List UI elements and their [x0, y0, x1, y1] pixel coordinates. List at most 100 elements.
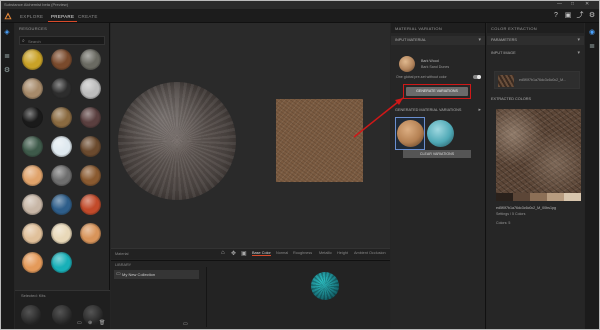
layers-icon[interactable]: ≣: [3, 53, 11, 61]
camera-icon[interactable]: ▣: [241, 250, 247, 257]
extracted-count-label: Colors: 5: [496, 221, 511, 225]
extracted-source-image: [496, 109, 581, 193]
material-variation-panel: MATERIAL VARIATION INPUT MATERIAL ▾ Bark…: [391, 23, 486, 330]
material-thumbnail-wave-fabric[interactable]: [22, 194, 43, 215]
input-material-name: Bark Wood: [421, 59, 439, 63]
library-collection-item[interactable]: ▭ My New Collection: [114, 270, 199, 279]
generated-variations-section[interactable]: GENERATED MATERIAL VARIATIONS ▸: [391, 106, 485, 115]
kit-thumbnail[interactable]: [21, 305, 41, 325]
material-thumbnail-gold[interactable]: [22, 49, 43, 70]
settings-icon[interactable]: ⚙: [588, 12, 596, 20]
material-thumbnail-ivory[interactable]: [51, 223, 72, 244]
share-icon[interactable]: ⤴: [576, 12, 584, 20]
material-thumbnail-peach-fabric[interactable]: [22, 223, 43, 244]
variation-thumbnail[interactable]: [427, 120, 454, 147]
rotate-icon[interactable]: ✥: [231, 250, 236, 257]
color-extraction-panel: COLOR EXTRACTION PARAMETERS ▾ INPUT IMAG…: [487, 23, 584, 330]
help-icon[interactable]: ?: [552, 12, 560, 20]
palette-swatch[interactable]: [530, 193, 547, 201]
tab-height[interactable]: Height: [337, 251, 348, 255]
add-icon[interactable]: ⊕: [88, 320, 92, 326]
collection-label: My New Collection: [122, 272, 156, 277]
input-material-label: INPUT MATERIAL: [395, 38, 427, 42]
material-thumbnail-orange-skin[interactable]: [22, 252, 43, 273]
material-thumbnail-black-rubber[interactable]: [22, 107, 43, 128]
variation-thumbnail[interactable]: [397, 120, 424, 147]
trash-icon[interactable]: 🗑: [99, 320, 105, 326]
material-thumbnail-brown-leather[interactable]: [51, 49, 72, 70]
input-material-sub: Bark Sand Dunes: [421, 65, 450, 69]
main-menubar: EXPLORE PREPARE CREATE ? ▣ ⤴ ⚙: [0, 9, 600, 23]
minimize-button[interactable]: —: [557, 1, 562, 7]
light-icon[interactable]: ⌂: [221, 250, 225, 256]
extracted-colors-section[interactable]: EXTRACTED COLORS: [487, 95, 584, 104]
global-preset-toggle[interactable]: [473, 75, 481, 79]
material-preview-sphere[interactable]: [118, 82, 236, 200]
folder-add-icon[interactable]: ▭: [183, 321, 188, 327]
material-thumbnail-green-paint[interactable]: [22, 136, 43, 157]
clear-variations-button[interactable]: CLEAR VARIATIONS: [403, 150, 471, 158]
material-thumbnail-red-rust[interactable]: [80, 194, 101, 215]
left-toolbar: ◈ ≣ ⚙: [0, 23, 14, 330]
gear-icon[interactable]: ⚙: [3, 67, 11, 75]
material-thumbnail-tan-skin[interactable]: [80, 223, 101, 244]
material-thumbnail-bronze[interactable]: [51, 107, 72, 128]
extracted-sub-label: Settings / 5 Colors: [496, 212, 526, 216]
color-extraction-title: COLOR EXTRACTION: [487, 23, 584, 33]
screenshot-icon[interactable]: ▣: [564, 12, 572, 20]
tab-explore[interactable]: EXPLORE: [17, 12, 46, 21]
input-material-thumbnail[interactable]: [399, 56, 415, 72]
title-bar: Substance Alchemist beta (Preview) — □ ✕: [0, 0, 600, 9]
tab-ambient-occlusion[interactable]: Ambient Occlusion: [354, 251, 386, 255]
input-material-section[interactable]: INPUT MATERIAL ▾: [391, 36, 485, 45]
kit-thumbnail[interactable]: [52, 305, 72, 325]
material-thumbnail-wood[interactable]: [80, 165, 101, 186]
material-thumbnail-cracked-marble[interactable]: [80, 78, 101, 99]
material-thumbnail-brown-velvet[interactable]: [80, 107, 101, 128]
resources-title: RESOURCES: [19, 26, 48, 31]
input-image-name: ed5f0f7b1a76dc3c6c0c2_M...: [519, 78, 567, 82]
palette-swatch[interactable]: [496, 193, 513, 201]
chevron-down-icon: ▾: [577, 50, 580, 56]
window-title: Substance Alchemist beta (Preview): [4, 2, 69, 7]
material-variation-title: MATERIAL VARIATION: [391, 23, 485, 33]
chevron-down-icon: ▾: [478, 37, 481, 43]
library-material-thumbnail[interactable]: [311, 272, 339, 300]
resources-panel-icon[interactable]: ◈: [3, 29, 11, 37]
layers-icon[interactable]: ≣: [588, 43, 596, 51]
material-thumbnail-sand[interactable]: [22, 165, 43, 186]
tab-create[interactable]: CREATE: [75, 12, 101, 21]
material-thumbnail-carved-stone[interactable]: [22, 78, 43, 99]
right-toolbar: ◉ ≣: [585, 23, 600, 330]
tab-prepare[interactable]: PREPARE: [48, 12, 78, 22]
viewport-status: Material: [115, 252, 129, 256]
tab-normal[interactable]: Normal: [276, 251, 288, 255]
parameters-section[interactable]: PARAMETERS ▾: [487, 36, 584, 45]
input-image-row[interactable]: ed5f0f7b1a76dc3c6c0c2_M...: [494, 71, 580, 89]
input-image-section[interactable]: INPUT IMAGE ▾: [487, 49, 584, 58]
tab-base-color[interactable]: Base Color: [252, 251, 271, 256]
material-thumbnail-granite[interactable]: [51, 165, 72, 186]
material-thumbnail-stone-gray[interactable]: [80, 49, 101, 70]
palette-swatch[interactable]: [564, 193, 581, 201]
palette-swatch[interactable]: [513, 193, 530, 201]
library-title: LIBRARY: [115, 263, 132, 267]
color-extraction-icon[interactable]: ◉: [588, 29, 596, 37]
tab-roughness[interactable]: Roughness: [293, 251, 312, 255]
material-thumbnail-dark-metal[interactable]: [51, 78, 72, 99]
material-thumbnail-blue-plastic[interactable]: [51, 194, 72, 215]
material-thumbnail-bark[interactable]: [80, 136, 101, 157]
folder-icon[interactable]: ▭: [77, 320, 82, 326]
close-button[interactable]: ✕: [585, 1, 589, 7]
search-input[interactable]: ⌕ Search: [19, 36, 105, 45]
selected-kits-title: Selected: Kits: [21, 293, 46, 298]
library-divider: [206, 267, 207, 327]
material-preview-swatch[interactable]: [276, 99, 363, 182]
material-thumbnail-white-plaster[interactable]: [51, 136, 72, 157]
input-image-label: INPUT IMAGE: [491, 51, 516, 55]
extracted-file-label: ed5f0f7b1a76dc3c6c0c2_M_00bs1pg: [496, 206, 556, 210]
material-thumbnail-teal-mosaic[interactable]: [51, 252, 72, 273]
maximize-button[interactable]: □: [571, 1, 574, 7]
palette-swatch[interactable]: [547, 193, 564, 201]
tab-metallic[interactable]: Metallic: [319, 251, 332, 255]
